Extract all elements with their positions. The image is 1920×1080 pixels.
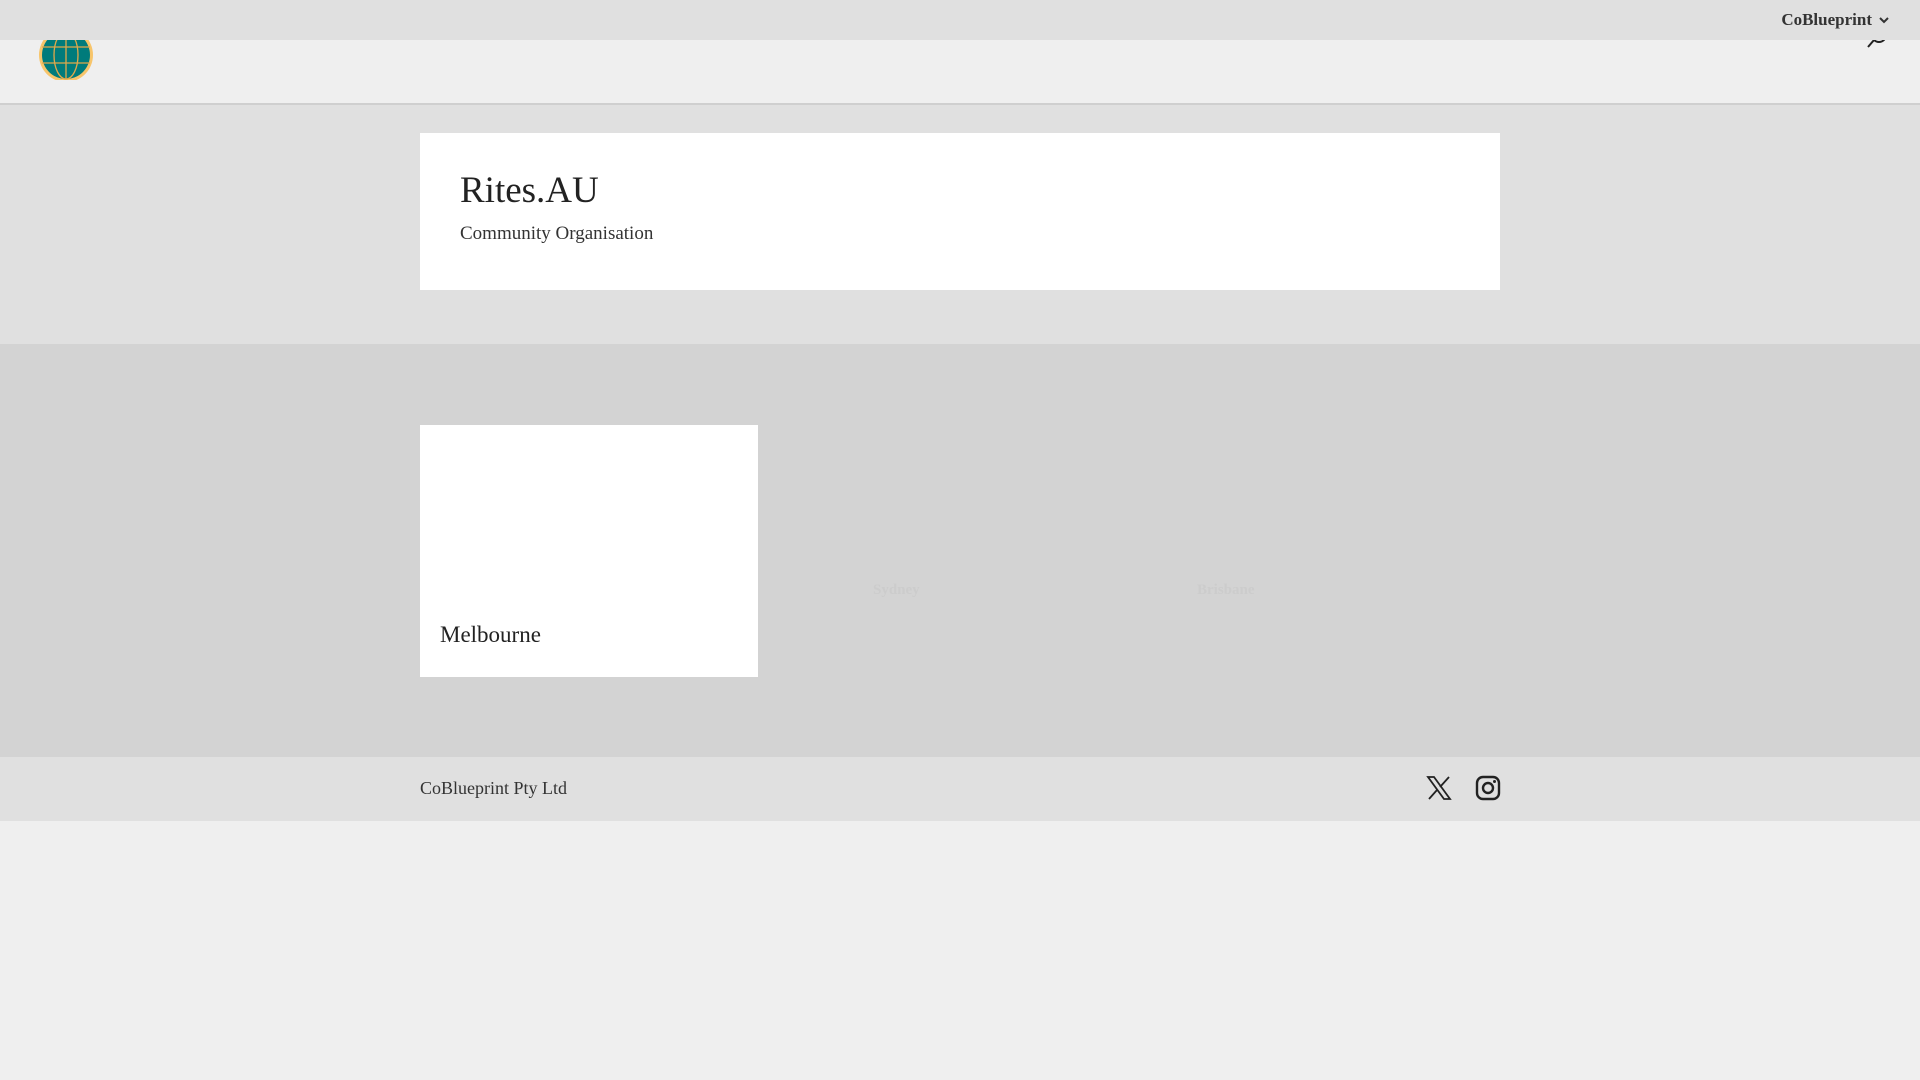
- locations-section: Melbourne Sydney Brisbane: [0, 344, 1920, 757]
- page-title: Rites.AU: [460, 170, 599, 211]
- coblueprint-menu-label: CoBlueprint: [1781, 10, 1872, 29]
- footer-copyright: CoBlueprint Pty Ltd: [420, 778, 568, 798]
- top-bar: CoBlueprint: [0, 0, 1920, 40]
- hero-card: Rites.AU Community Organisation: [420, 133, 1500, 290]
- location-card-brisbane[interactable]: Brisbane: [1197, 582, 1255, 599]
- location-card-melbourne[interactable]: Melbourne: [420, 425, 758, 677]
- location-card-sydney[interactable]: Sydney: [873, 582, 920, 599]
- instagram-icon[interactable]: [1475, 775, 1501, 801]
- page-subtitle: Community Organisation: [460, 223, 654, 244]
- chevron-down-icon: [1879, 17, 1889, 24]
- x-twitter-icon[interactable]: [1426, 775, 1452, 801]
- site-footer: CoBlueprint Pty Ltd: [0, 757, 1920, 821]
- location-name: Melbourne: [440, 622, 541, 647]
- coblueprint-menu[interactable]: CoBlueprint: [1781, 10, 1890, 30]
